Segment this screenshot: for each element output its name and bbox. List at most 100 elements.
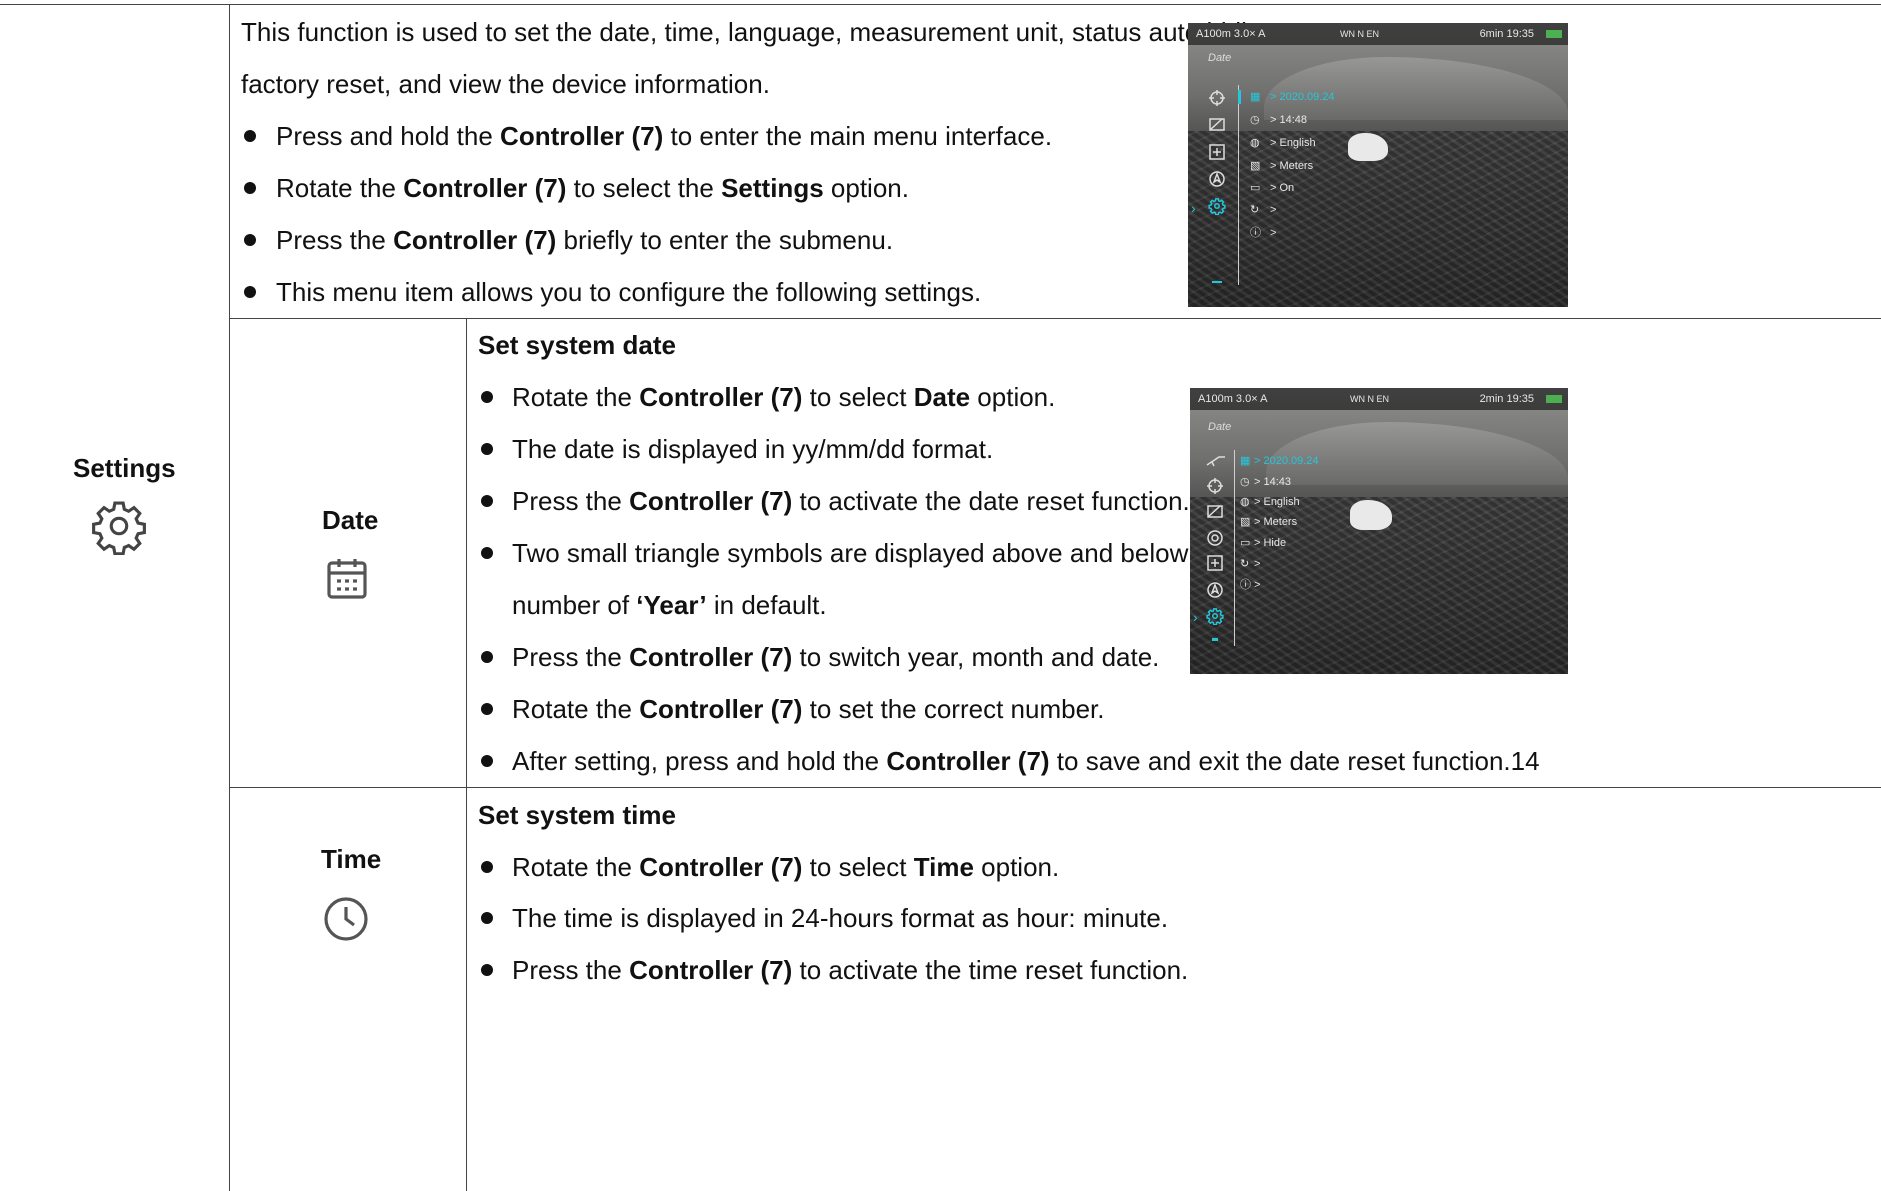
date-heading: Set system date: [478, 330, 676, 360]
page-dots: [1212, 281, 1222, 283]
language-item: > English: [1254, 496, 1300, 508]
row-rule-1: [229, 318, 1881, 319]
boar-silhouette: [1350, 500, 1392, 530]
gear-icon: [92, 501, 146, 555]
intro-line-1: This function is used to set the date, t…: [241, 17, 1284, 47]
date-step-6: Rotate the Controller (7) to set the cor…: [512, 694, 1105, 724]
bullet: [481, 912, 493, 924]
bullet: [244, 234, 256, 246]
device-screenshot-settings: A100m 3.0× A WN N EN 6min 19:35 Date › ▦…: [1188, 23, 1568, 307]
compass-strip: WN N EN: [1340, 29, 1379, 39]
image-icon: [1207, 505, 1223, 518]
clock-icon: [324, 897, 368, 941]
plus-box-icon: [1209, 144, 1225, 160]
settings-step-1: Press and hold the Controller (7) to ent…: [276, 121, 1053, 151]
reset-icon: ↻: [1240, 558, 1250, 570]
time-step-3: Press the Controller (7) to activate the…: [512, 955, 1189, 985]
bullet: [244, 130, 256, 142]
date-item: > 2020.09.24: [1254, 455, 1319, 467]
rifle-icon: [1206, 456, 1225, 467]
language-item: > English: [1270, 137, 1316, 149]
page-label: Date: [1208, 52, 1232, 64]
bullet: [244, 182, 256, 194]
calendar-icon: ▦: [1240, 455, 1251, 467]
date-item: > 2020.09.24: [1270, 91, 1335, 103]
sun-icon: [1207, 530, 1223, 546]
time-step-2: The time is displayed in 24-hours format…: [512, 903, 1169, 933]
info-item: >: [1254, 579, 1261, 591]
table-col-rule-1: [229, 4, 230, 1191]
bullet: [481, 495, 493, 507]
bullet: [244, 286, 256, 298]
ruler-icon: ▧: [1240, 516, 1251, 528]
date-step-4: Two small triangle symbols are displayed…: [512, 538, 1232, 568]
compass-icon: [1207, 582, 1223, 598]
image-icon: [1209, 118, 1225, 131]
row-rule-2: [229, 787, 1881, 788]
intro-line-2: factory reset, and view the device infor…: [241, 69, 770, 99]
gear-icon: [1206, 608, 1224, 625]
crosshair-icon: [1209, 90, 1225, 106]
plus-box-icon: [1207, 555, 1223, 571]
calendar-icon: ▦: [1250, 91, 1261, 103]
reset-item: >: [1270, 204, 1277, 216]
bullet: [481, 703, 493, 715]
status-left: A100m 3.0× A: [1198, 393, 1268, 405]
bullet: [481, 755, 493, 767]
time-step-1: Rotate the Controller (7) to select Time…: [512, 852, 1060, 882]
crosshair-icon: [1207, 478, 1223, 494]
reset-icon: ↻: [1250, 204, 1260, 216]
info-icon: ⓘ: [1240, 579, 1251, 591]
autohide-item: > On: [1270, 182, 1295, 194]
monitor-icon: ▭: [1240, 537, 1251, 549]
globe-icon: ◍: [1250, 137, 1260, 149]
bullet: [481, 861, 493, 873]
status-right: 6min 19:35: [1479, 28, 1534, 40]
globe-icon: ◍: [1240, 496, 1250, 508]
bullet: [481, 964, 493, 976]
date-step-3: Press the Controller (7) to activate the…: [512, 486, 1190, 516]
battery-icon: [1546, 30, 1562, 38]
date-step-5: Press the Controller (7) to switch year,…: [512, 642, 1160, 672]
chevron-right-icon: ›: [1191, 200, 1196, 216]
device-screenshot-date: A100m 3.0× A WN N EN 2min 19:35 Date › ▦…: [1190, 388, 1568, 674]
status-right: 2min 19:35: [1479, 393, 1534, 405]
gear-icon: [1208, 198, 1226, 215]
calendar-icon: [327, 559, 367, 599]
compass-icon: [1209, 171, 1225, 187]
settings-title: Settings: [73, 453, 176, 483]
battery-icon: [1546, 395, 1562, 403]
settings-step-3: Press the Controller (7) briefly to ente…: [276, 225, 894, 255]
page-dots: [1212, 638, 1218, 641]
monitor-icon: ▭: [1250, 182, 1261, 194]
clock-icon: ◷: [1250, 114, 1260, 126]
ruler-icon: ▧: [1250, 160, 1261, 172]
info-icon: ⓘ: [1250, 227, 1261, 239]
date-step-1: Rotate the Controller (7) to select Date…: [512, 382, 1056, 412]
boar-silhouette: [1348, 133, 1388, 161]
table-top-rule: [0, 4, 1881, 5]
date-step-2: The date is displayed in yy/mm/dd format…: [512, 434, 994, 464]
date-step-7: After setting, press and hold the Contro…: [512, 746, 1540, 776]
bullet: [481, 651, 493, 663]
page-label: Date: [1208, 421, 1232, 433]
compass-strip: WN N EN: [1350, 394, 1389, 404]
bullet: [481, 391, 493, 403]
bullet: [481, 547, 493, 559]
unit-item: > Meters: [1270, 160, 1314, 172]
info-item: >: [1270, 227, 1277, 239]
autohide-item: > Hide: [1254, 537, 1287, 549]
settings-step-4: This menu item allows you to configure t…: [276, 277, 982, 307]
time-item: > 14:43: [1254, 476, 1292, 488]
table-col-rule-2: [466, 318, 467, 1191]
unit-item: > Meters: [1254, 516, 1298, 528]
settings-step-2: Rotate the Controller (7) to select the …: [276, 173, 909, 203]
date-step-4-cont: number of ‘Year’ in default.: [512, 590, 827, 620]
reset-item: >: [1254, 558, 1261, 570]
time-title: Time: [321, 844, 382, 874]
time-item: > 14:48: [1270, 114, 1308, 126]
bullet: [481, 443, 493, 455]
selection-marker: [1238, 90, 1241, 104]
clock-icon: ◷: [1240, 476, 1250, 488]
status-left: A100m 3.0× A: [1196, 28, 1266, 40]
